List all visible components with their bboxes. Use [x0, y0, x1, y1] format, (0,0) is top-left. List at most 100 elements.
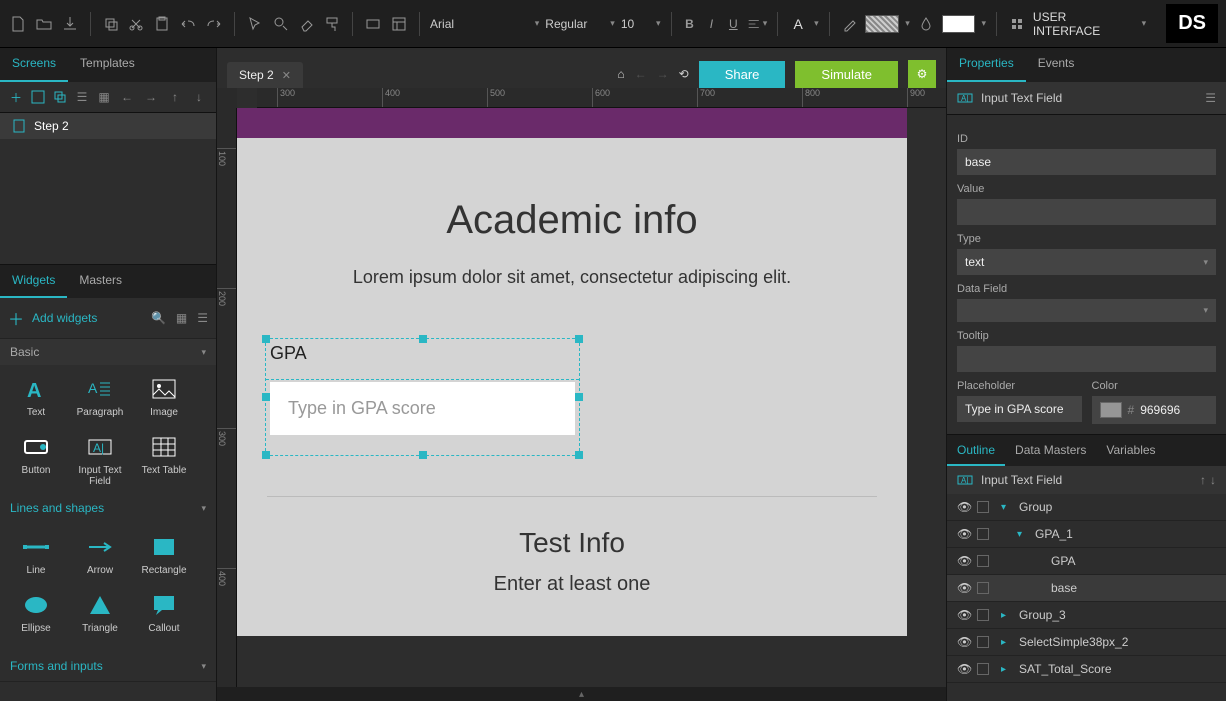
lock-box[interactable] — [977, 555, 989, 567]
id-input[interactable] — [957, 149, 1216, 175]
nav-left-icon[interactable]: ← — [118, 88, 136, 106]
resize-handle[interactable] — [262, 393, 270, 401]
tab-properties[interactable]: Properties — [947, 48, 1026, 82]
visibility-icon[interactable]: 👁 — [957, 635, 971, 649]
lock-box[interactable] — [977, 501, 989, 513]
bold-icon[interactable]: B — [682, 14, 698, 34]
selected-widget-gpa[interactable]: GPA Type in GPA score — [265, 338, 580, 456]
add-widgets-label[interactable]: Add widgets — [32, 311, 97, 325]
tab-data-masters[interactable]: Data Masters — [1005, 435, 1096, 466]
add-widget-icon[interactable]: ＋ — [8, 306, 24, 330]
list-view-icon[interactable]: ☰ — [74, 88, 90, 106]
undo-icon[interactable] — [178, 14, 198, 34]
search-widgets-icon[interactable]: 🔍 — [151, 311, 166, 325]
type-select[interactable]: text▾ — [957, 249, 1216, 275]
align-icon[interactable]: ▾ — [747, 14, 767, 34]
outline-item[interactable]: 👁▾Group — [947, 494, 1226, 521]
widget-rectangle[interactable]: Rectangle — [132, 529, 196, 587]
redo-icon[interactable] — [204, 14, 224, 34]
widget-text[interactable]: AText — [4, 371, 68, 429]
outline-item[interactable]: 👁GPA — [947, 548, 1226, 575]
pointer-icon[interactable] — [245, 14, 265, 34]
collapse-bottom-icon[interactable]: ▴ — [217, 687, 946, 701]
widget-callout[interactable]: Callout — [132, 587, 196, 645]
visibility-icon[interactable]: 👁 — [957, 500, 971, 514]
outline-up-icon[interactable]: ↑ — [1200, 473, 1206, 487]
screen-image-icon[interactable] — [30, 88, 46, 106]
visibility-icon[interactable]: 👁 — [957, 554, 971, 568]
font-select[interactable]: Arial▾ — [430, 17, 539, 31]
nav-right-icon[interactable]: → — [142, 88, 160, 106]
resize-handle[interactable] — [419, 335, 427, 343]
nav-down-icon[interactable]: ↓ — [190, 88, 208, 106]
outline-item[interactable]: 👁▸SelectSimple38px_2 — [947, 629, 1226, 656]
outline-item[interactable]: 👁▸Group_3 — [947, 602, 1226, 629]
prop-menu-icon[interactable]: ☰ — [1205, 91, 1216, 105]
outline-item[interactable]: 👁▾GPA_1 — [947, 521, 1226, 548]
widget-line[interactable]: Line — [4, 529, 68, 587]
refresh-icon[interactable]: ⟲ — [679, 67, 689, 81]
tab-outline[interactable]: Outline — [947, 435, 1005, 466]
lock-box[interactable] — [977, 663, 989, 675]
resize-handle[interactable] — [575, 393, 583, 401]
lock-box[interactable] — [977, 582, 989, 594]
resize-handle[interactable] — [262, 335, 270, 343]
widget-ellipse[interactable]: Ellipse — [4, 587, 68, 645]
list-widgets-icon[interactable]: ☰ — [197, 311, 208, 325]
close-tab-icon[interactable]: ✕ — [282, 69, 291, 82]
resize-handle[interactable] — [575, 335, 583, 343]
cut-icon[interactable] — [126, 14, 146, 34]
color-input[interactable]: #969696 — [1092, 396, 1217, 424]
format-paint-icon[interactable] — [322, 14, 342, 34]
font-weight-select[interactable]: Regular▾ — [545, 17, 615, 31]
tab-widgets[interactable]: Widgets — [0, 265, 67, 298]
text-color-icon[interactable]: A — [788, 14, 808, 34]
widget-text-table[interactable]: Text Table — [132, 429, 196, 487]
widget-arrow[interactable]: Arrow — [68, 529, 132, 587]
text-color-chev[interactable]: ▾ — [814, 18, 819, 29]
tooltip-input[interactable] — [957, 346, 1216, 372]
outline-down-icon[interactable]: ↓ — [1210, 473, 1216, 487]
eraser-icon[interactable] — [297, 14, 317, 34]
tab-templates[interactable]: Templates — [68, 48, 147, 82]
tab-variables[interactable]: Variables — [1096, 435, 1165, 466]
open-folder-icon[interactable] — [34, 14, 54, 34]
fill-chev[interactable]: ▾ — [981, 18, 986, 29]
more-icon[interactable] — [1007, 14, 1027, 34]
lock-box[interactable] — [977, 528, 989, 540]
widget-input-text-field[interactable]: A|Input Text Field — [68, 429, 132, 487]
ui-kit-select[interactable]: USER INTERFACE▾ — [1033, 10, 1146, 38]
download-icon[interactable] — [60, 14, 80, 34]
datafield-select[interactable]: ▾ — [957, 299, 1216, 322]
grid-widgets-icon[interactable]: ▦ — [176, 311, 187, 325]
home-icon[interactable]: ⌂ — [617, 67, 624, 81]
fill-icon[interactable] — [916, 14, 936, 34]
stroke-chev[interactable]: ▾ — [905, 18, 910, 29]
italic-icon[interactable]: I — [703, 14, 719, 34]
visibility-icon[interactable]: 👁 — [957, 527, 971, 541]
canvas[interactable]: Academic info Lorem ipsum dolor sit amet… — [237, 108, 946, 687]
pen-icon[interactable] — [840, 14, 860, 34]
value-input[interactable] — [957, 199, 1216, 225]
zoom-icon[interactable] — [271, 14, 291, 34]
copy-icon[interactable] — [101, 14, 121, 34]
new-file-icon[interactable] — [8, 14, 28, 34]
grid-view-icon[interactable]: ▦ — [96, 88, 112, 106]
rect-icon[interactable] — [363, 14, 383, 34]
back-icon[interactable]: ← — [635, 67, 647, 81]
layout-icon[interactable] — [389, 14, 409, 34]
lock-box[interactable] — [977, 609, 989, 621]
widget-button[interactable]: Button — [4, 429, 68, 487]
screen-copy-icon[interactable] — [52, 88, 68, 106]
visibility-icon[interactable]: 👁 — [957, 662, 971, 676]
screen-item-step2[interactable]: Step 2 — [0, 113, 216, 139]
simulate-button[interactable]: Simulate — [795, 61, 898, 88]
widget-group-basic[interactable]: Basic▾ — [0, 338, 216, 365]
fill-swatch[interactable] — [942, 15, 976, 33]
outline-item[interactable]: 👁▸SAT_Total_Score — [947, 656, 1226, 683]
widget-group-lines[interactable]: Lines and shapes▾ — [0, 493, 216, 523]
paste-icon[interactable] — [152, 14, 172, 34]
widget-paragraph[interactable]: AParagraph — [68, 371, 132, 429]
nav-up-icon[interactable]: ↑ — [166, 88, 184, 106]
gpa-input[interactable]: Type in GPA score — [270, 382, 575, 435]
